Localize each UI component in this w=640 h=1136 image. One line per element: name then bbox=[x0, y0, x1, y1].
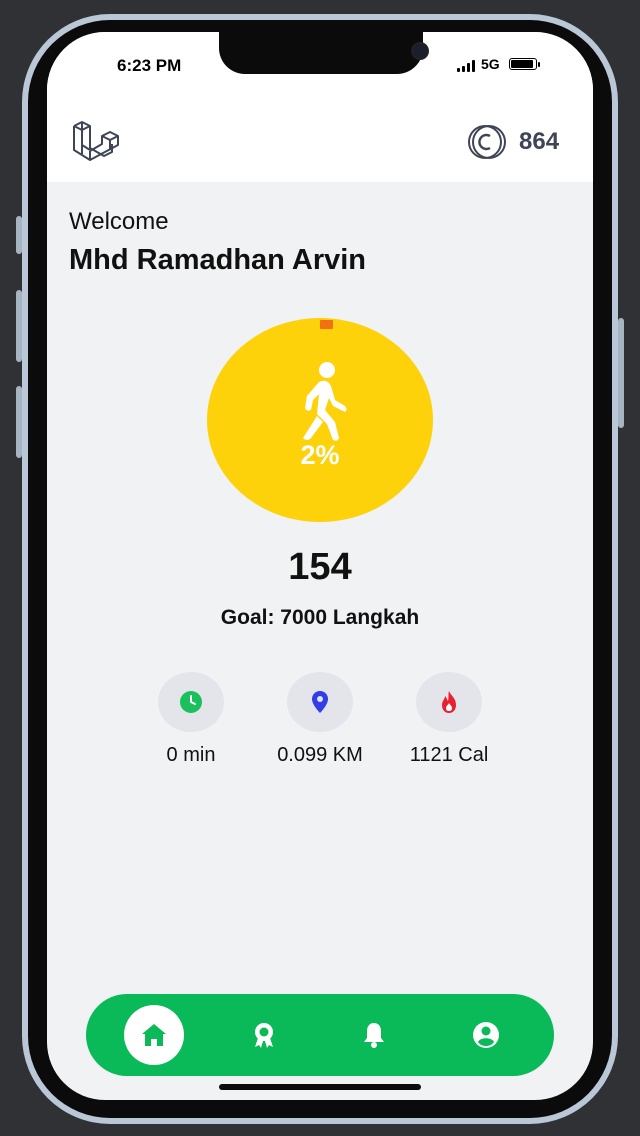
notch bbox=[219, 32, 429, 74]
bottom-navigation bbox=[86, 994, 554, 1076]
step-progress-ring: 2% bbox=[207, 318, 433, 522]
side-button-power bbox=[618, 318, 624, 428]
nav-profile[interactable] bbox=[456, 1005, 516, 1065]
profile-icon bbox=[473, 1022, 499, 1048]
bell-icon bbox=[364, 1023, 384, 1048]
stat-calories-label: 1121 Cal bbox=[409, 744, 489, 766]
step-goal: Goal: 7000 Langkah bbox=[220, 606, 420, 629]
stat-distance-circle bbox=[287, 672, 353, 732]
status-time: 6:23 PM bbox=[117, 56, 182, 75]
side-button-volume-down bbox=[16, 386, 22, 458]
coin-icon bbox=[468, 125, 506, 159]
camera bbox=[411, 42, 429, 60]
coin-balance: 864 bbox=[519, 128, 560, 155]
stat-duration-label: 0 min bbox=[166, 744, 216, 766]
app-screen: 6:23 PM 5G 864 Welcome Mhd Ramadhan Arvi… bbox=[47, 32, 593, 1100]
home-indicator[interactable] bbox=[219, 1084, 421, 1090]
home-icon bbox=[142, 1024, 166, 1046]
side-button-volume-up bbox=[16, 290, 22, 362]
app-header: 864 bbox=[47, 102, 593, 182]
laravel-logo-icon bbox=[73, 121, 119, 161]
battery-icon bbox=[509, 58, 540, 70]
progress-percent: 2% bbox=[300, 440, 340, 470]
stat-duration-circle bbox=[158, 672, 224, 732]
walking-person-icon bbox=[303, 362, 347, 441]
network-type: 5G bbox=[481, 56, 500, 72]
progress-marker bbox=[320, 320, 333, 329]
side-button-mute bbox=[16, 216, 22, 254]
nav-notifications[interactable] bbox=[344, 1005, 404, 1065]
location-pin-icon bbox=[312, 691, 328, 713]
signal-icon bbox=[457, 60, 477, 72]
flame-icon bbox=[442, 691, 456, 713]
step-count: 154 bbox=[288, 546, 352, 588]
stat-duration: 0 min bbox=[121, 672, 261, 767]
award-icon bbox=[255, 1023, 273, 1048]
stat-distance-label: 0.099 KM bbox=[277, 744, 363, 766]
stat-distance: 0.099 KM bbox=[250, 672, 390, 767]
welcome-text: Welcome bbox=[69, 208, 169, 235]
clock-icon bbox=[180, 691, 202, 713]
user-name: Mhd Ramadhan Arvin bbox=[69, 244, 367, 276]
stat-calories: 1121 Cal bbox=[379, 672, 519, 767]
stat-calories-circle bbox=[416, 672, 482, 732]
nav-home[interactable] bbox=[124, 1005, 184, 1065]
nav-achievements[interactable] bbox=[234, 1005, 294, 1065]
